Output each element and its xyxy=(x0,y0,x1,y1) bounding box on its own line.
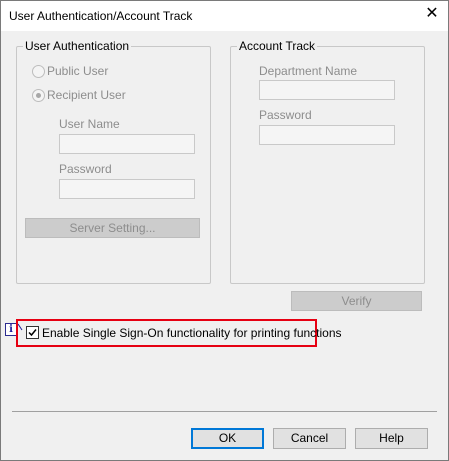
recipient-user-label[interactable]: Recipient User xyxy=(47,88,126,102)
sso-checkbox-label[interactable]: Enable Single Sign-On functionality for … xyxy=(42,326,342,340)
public-user-label[interactable]: Public User xyxy=(47,64,108,78)
department-name-field[interactable] xyxy=(259,80,395,100)
title-bar: User Authentication/Account Track ✕ xyxy=(1,1,448,31)
user-authentication-group-label: User Authentication xyxy=(23,39,132,53)
account-track-group-label: Account Track xyxy=(237,39,318,53)
cancel-button[interactable]: Cancel xyxy=(273,428,346,449)
checkmark-icon xyxy=(28,329,37,337)
user-name-field[interactable] xyxy=(59,134,195,154)
server-setting-button[interactable]: Server Setting... xyxy=(25,218,200,238)
user-name-label: User Name xyxy=(59,117,120,131)
recipient-user-radio[interactable] xyxy=(32,89,45,102)
account-password-field[interactable] xyxy=(259,125,395,145)
sso-checkbox[interactable] xyxy=(26,326,39,339)
window-title: User Authentication/Account Track xyxy=(9,9,193,23)
close-icon[interactable]: ✕ xyxy=(424,6,440,22)
help-button[interactable]: Help xyxy=(355,428,428,449)
dialog-window: User Authentication/Account Track ✕ User… xyxy=(0,0,449,461)
account-password-label: Password xyxy=(259,108,312,122)
password-field[interactable] xyxy=(59,179,195,199)
user-authentication-group: User Authentication xyxy=(16,39,211,284)
password-label: Password xyxy=(59,162,112,176)
verify-button[interactable]: Verify xyxy=(291,291,422,311)
department-name-label: Department Name xyxy=(259,64,358,78)
bottom-separator xyxy=(12,411,437,412)
ok-button[interactable]: OK xyxy=(191,428,264,449)
public-user-radio[interactable] xyxy=(32,65,45,78)
